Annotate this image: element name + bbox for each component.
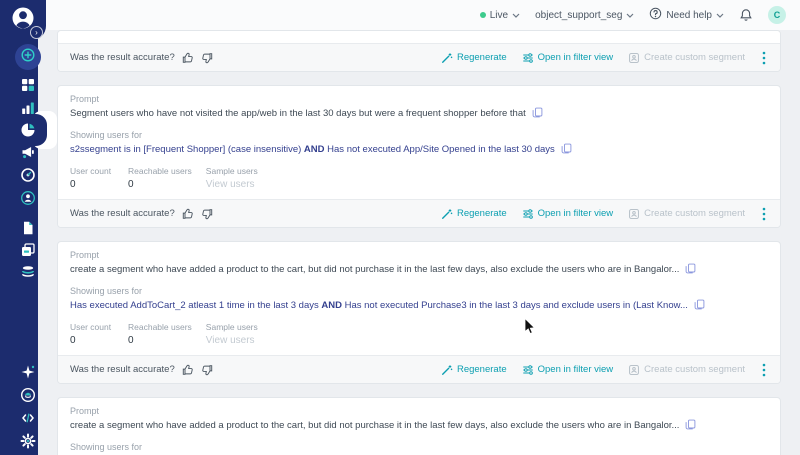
segment-definition: s2ssegment is in [Frequent Shopper] (cas… — [70, 143, 768, 157]
top-header-bar: Live object_support_seg Need help C — [38, 0, 800, 30]
sidebar-item-dashboard[interactable] — [20, 77, 36, 93]
result-card-partial-bottom: Prompt create a segment who have added a… — [57, 397, 781, 455]
kebab-menu-icon[interactable] — [760, 51, 768, 65]
card-actions: Regenerate Open in filter view Create cu… — [441, 363, 768, 377]
kebab-menu-icon[interactable] — [760, 363, 768, 377]
user-avatar[interactable]: C — [768, 6, 786, 24]
accuracy-feedback: Was the result accurate? — [70, 364, 213, 376]
chevron-down-icon — [512, 13, 520, 18]
notifications-bell-icon[interactable] — [739, 8, 753, 22]
prompt-text: create a segment who have added a produc… — [70, 419, 768, 433]
thumbs-up-icon[interactable] — [182, 208, 194, 220]
thumbs-up-icon[interactable] — [182, 364, 194, 376]
sidebar-item-data-stack[interactable] — [20, 264, 36, 280]
live-label: Live — [489, 9, 509, 21]
showing-users-label: Showing users for — [70, 442, 143, 452]
project-selector[interactable]: object_support_seg — [535, 10, 634, 21]
prompt-label: Prompt — [70, 250, 100, 260]
sidebar-item-users[interactable] — [20, 190, 36, 206]
accuracy-question: Was the result accurate? — [70, 364, 175, 375]
accuracy-feedback: Was the result accurate? — [70, 208, 213, 220]
segment-stats: User count 0 Reachable users 0 Sample user… — [70, 322, 768, 346]
card-footer: Was the result accurate? Regenerate Open… — [58, 355, 780, 383]
sidebar-create-button[interactable] — [15, 44, 41, 70]
prompt-label: Prompt — [70, 94, 100, 104]
sidebar-item-analytics[interactable] — [20, 100, 36, 116]
stat-user-count: User count 0 — [70, 322, 112, 346]
results-scroll-area[interactable]: Was the result accurate? Regenerate Open… — [38, 30, 800, 455]
create-custom-segment-button[interactable]: Create custom segment — [628, 364, 745, 376]
segment-definition: Has executed AddToCart_2 atleast 1 time … — [70, 299, 768, 313]
clevertap-logo-icon — [11, 6, 35, 30]
open-in-filter-view-button[interactable]: Open in filter view — [522, 52, 613, 64]
showing-users-label: Showing users for — [70, 286, 143, 296]
create-custom-segment-button[interactable]: Create custom segment — [628, 52, 745, 64]
prompt-text: Segment users who have not visited the a… — [70, 107, 768, 121]
regenerate-button[interactable]: Regenerate — [441, 52, 507, 64]
create-custom-segment-button[interactable]: Create custom segment — [628, 208, 745, 220]
sidebar-item-academy[interactable] — [20, 387, 36, 403]
copy-icon[interactable] — [561, 143, 572, 157]
project-name: object_support_seg — [535, 9, 623, 21]
pie-chart-icon[interactable] — [20, 122, 36, 138]
accuracy-question: Was the result accurate? — [70, 208, 175, 219]
regenerate-button[interactable]: Regenerate — [441, 364, 507, 376]
prompt-text: create a segment who have added a produc… — [70, 263, 768, 277]
copy-icon[interactable] — [685, 263, 696, 277]
chevron-down-icon — [716, 13, 724, 18]
stat-sample-users: Sample users View users — [205, 322, 258, 346]
result-card-partial: Was the result accurate? Regenerate Open… — [57, 30, 781, 72]
view-users-link[interactable]: View users — [206, 179, 258, 190]
card-footer: Was the result accurate? Regenerate Open… — [58, 43, 780, 71]
stat-sample-users: Sample users View users — [205, 166, 258, 190]
open-in-filter-view-button[interactable]: Open in filter view — [522, 208, 613, 220]
thumbs-down-icon[interactable] — [201, 208, 213, 220]
copy-icon[interactable] — [694, 299, 705, 313]
thumbs-down-icon[interactable] — [201, 364, 213, 376]
card-actions: Regenerate Open in filter view Create cu… — [441, 51, 768, 65]
sidebar-item-reports-document[interactable] — [20, 220, 36, 236]
sidebar-item-settings-gear[interactable] — [20, 433, 36, 449]
plus-circle-icon — [20, 47, 36, 68]
copy-icon[interactable] — [532, 107, 543, 121]
card-body: Prompt create a segment who have added a… — [58, 242, 780, 355]
open-in-filter-view-button[interactable]: Open in filter view — [522, 364, 613, 376]
sidebar-item-developer-code[interactable] — [20, 410, 36, 426]
segment-stats: User count 0 Reachable users 0 Sample user… — [70, 166, 768, 190]
sidebar-collapse-chevron-icon[interactable]: › — [30, 26, 43, 39]
view-users-link[interactable]: View users — [206, 335, 258, 346]
chevron-down-icon — [626, 13, 634, 18]
showing-users-label: Showing users for — [70, 130, 143, 140]
sidebar-item-boards[interactable] — [20, 242, 36, 258]
card-body-clipped — [58, 31, 780, 43]
card-actions: Regenerate Open in filter view Create cu… — [441, 207, 768, 221]
stat-reachable-users: Reachable users 0 — [128, 322, 192, 346]
thumbs-up-icon[interactable] — [182, 52, 194, 64]
thumbs-down-icon[interactable] — [201, 52, 213, 64]
accuracy-feedback: Was the result accurate? — [70, 52, 213, 64]
card-footer: Was the result accurate? Regenerate Open… — [58, 199, 780, 227]
prompt-label: Prompt — [70, 406, 100, 416]
help-label: Need help — [666, 9, 712, 21]
sidebar-item-journeys-gauge[interactable] — [20, 167, 36, 183]
need-help-menu[interactable]: Need help — [649, 7, 724, 23]
accuracy-question: Was the result accurate? — [70, 52, 175, 63]
result-card: Prompt Segment users who have not visite… — [57, 85, 781, 228]
stat-user-count: User count 0 — [70, 166, 112, 190]
card-body: Prompt create a segment who have added a… — [58, 398, 780, 455]
copy-icon[interactable] — [685, 419, 696, 433]
regenerate-button[interactable]: Regenerate — [441, 208, 507, 220]
card-body: Prompt Segment users who have not visite… — [58, 86, 780, 199]
sidebar-item-ai-sparkle[interactable] — [20, 364, 36, 380]
live-status-dot — [479, 12, 486, 18]
sidebar-item-campaigns-megaphone[interactable] — [20, 144, 36, 160]
environment-selector[interactable]: Live — [479, 9, 520, 21]
help-circle-icon — [649, 7, 662, 23]
stat-reachable-users: Reachable users 0 — [128, 166, 192, 190]
result-card: Prompt create a segment who have added a… — [57, 241, 781, 384]
kebab-menu-icon[interactable] — [760, 207, 768, 221]
